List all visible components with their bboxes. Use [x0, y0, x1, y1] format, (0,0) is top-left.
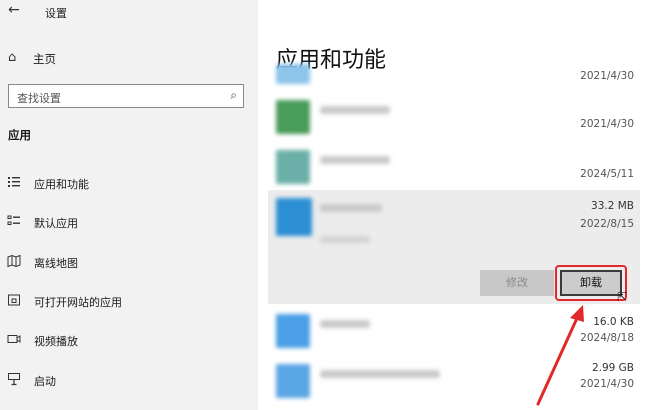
list-item[interactable]: 2.99 GB 2021/4/30 — [268, 356, 640, 406]
sidebar-item-label: 默认应用 — [34, 217, 78, 230]
sidebar-item-label: 应用和功能 — [34, 178, 89, 191]
app-name — [320, 370, 440, 378]
home-icon: ⌂ — [8, 50, 17, 65]
offline-maps-icon — [7, 254, 21, 268]
sidebar-item-offline-maps[interactable]: 离线地图 — [0, 246, 258, 276]
default-apps-icon — [7, 215, 20, 225]
sidebar-item-home[interactable]: ⌂ 主页 — [0, 44, 258, 72]
main-content: 应用和功能 2021/4/30 2021/4/30 2024/5/11 33.2… — [258, 0, 649, 410]
sidebar-item-label: 启动 — [34, 375, 56, 388]
sidebar: ← 设置 ⌂ 主页 查找设置 ⌕ 应用 应用和功能 默认应用 离线地图 可打开网… — [0, 0, 258, 410]
sidebar-item-label: 主页 — [33, 52, 56, 66]
app-size: 16.0 KB — [593, 316, 634, 328]
app-date: 2024/8/18 — [580, 332, 634, 344]
list-item[interactable]: 16.0 KB 2024/8/18 — [268, 306, 640, 356]
apps-list-icon — [8, 177, 20, 187]
app-icon — [276, 64, 310, 84]
apps-for-websites-icon — [8, 294, 20, 306]
app-name — [320, 106, 390, 114]
uninstall-button[interactable]: 卸载 — [560, 270, 622, 296]
back-arrow-icon[interactable]: ← — [8, 2, 20, 18]
mouse-cursor-icon: ⇱ — [617, 290, 628, 304]
app-size: 2.99 GB — [591, 362, 634, 374]
modify-button[interactable]: 修改 — [480, 270, 554, 296]
startup-icon — [8, 373, 20, 386]
app-date: 2021/4/30 — [580, 70, 634, 82]
app-icon — [276, 150, 310, 184]
app-date: 2021/4/30 — [580, 118, 634, 130]
app-publisher — [320, 236, 370, 243]
list-item[interactable]: 2021/4/30 — [268, 60, 640, 86]
app-name — [320, 204, 382, 212]
settings-window: ← 设置 ⌂ 主页 查找设置 ⌕ 应用 应用和功能 默认应用 离线地图 可打开网… — [0, 0, 649, 410]
app-icon — [276, 314, 310, 348]
search-input[interactable]: 查找设置 ⌕ — [8, 84, 244, 108]
sidebar-item-video-playback[interactable]: 视频播放 — [0, 324, 258, 354]
sidebar-item-startup[interactable]: 启动 — [0, 364, 258, 394]
search-placeholder: 查找设置 — [17, 92, 61, 105]
sidebar-item-label: 可打开网站的应用 — [34, 296, 122, 309]
app-date: 2024/5/11 — [580, 168, 634, 180]
title-bar: ← 设置 — [0, 0, 258, 24]
search-icon: ⌕ — [230, 88, 237, 102]
app-date: 2021/4/30 — [580, 378, 634, 390]
app-icon — [276, 364, 310, 398]
sidebar-item-label: 视频播放 — [34, 335, 78, 348]
app-name — [320, 156, 390, 164]
video-playback-icon — [7, 335, 21, 343]
list-item[interactable]: 2024/5/11 — [268, 142, 640, 192]
section-title: 应用 — [8, 128, 31, 142]
app-name — [320, 320, 370, 328]
sidebar-item-apps-for-websites[interactable]: 可打开网站的应用 — [0, 285, 258, 315]
app-icon — [276, 100, 310, 134]
app-icon — [276, 198, 312, 236]
app-size: 33.2 MB — [591, 200, 634, 212]
list-item[interactable]: 2021/4/30 — [268, 92, 640, 142]
window-title: 设置 — [45, 7, 67, 20]
app-date: 2022/8/15 — [580, 218, 634, 230]
list-item-selected[interactable]: 33.2 MB 2022/8/15 修改 卸载 ⇱ — [268, 190, 640, 304]
sidebar-item-label: 离线地图 — [34, 257, 78, 270]
sidebar-item-apps-features[interactable]: 应用和功能 — [0, 167, 258, 197]
sidebar-item-default-apps[interactable]: 默认应用 — [0, 206, 258, 236]
